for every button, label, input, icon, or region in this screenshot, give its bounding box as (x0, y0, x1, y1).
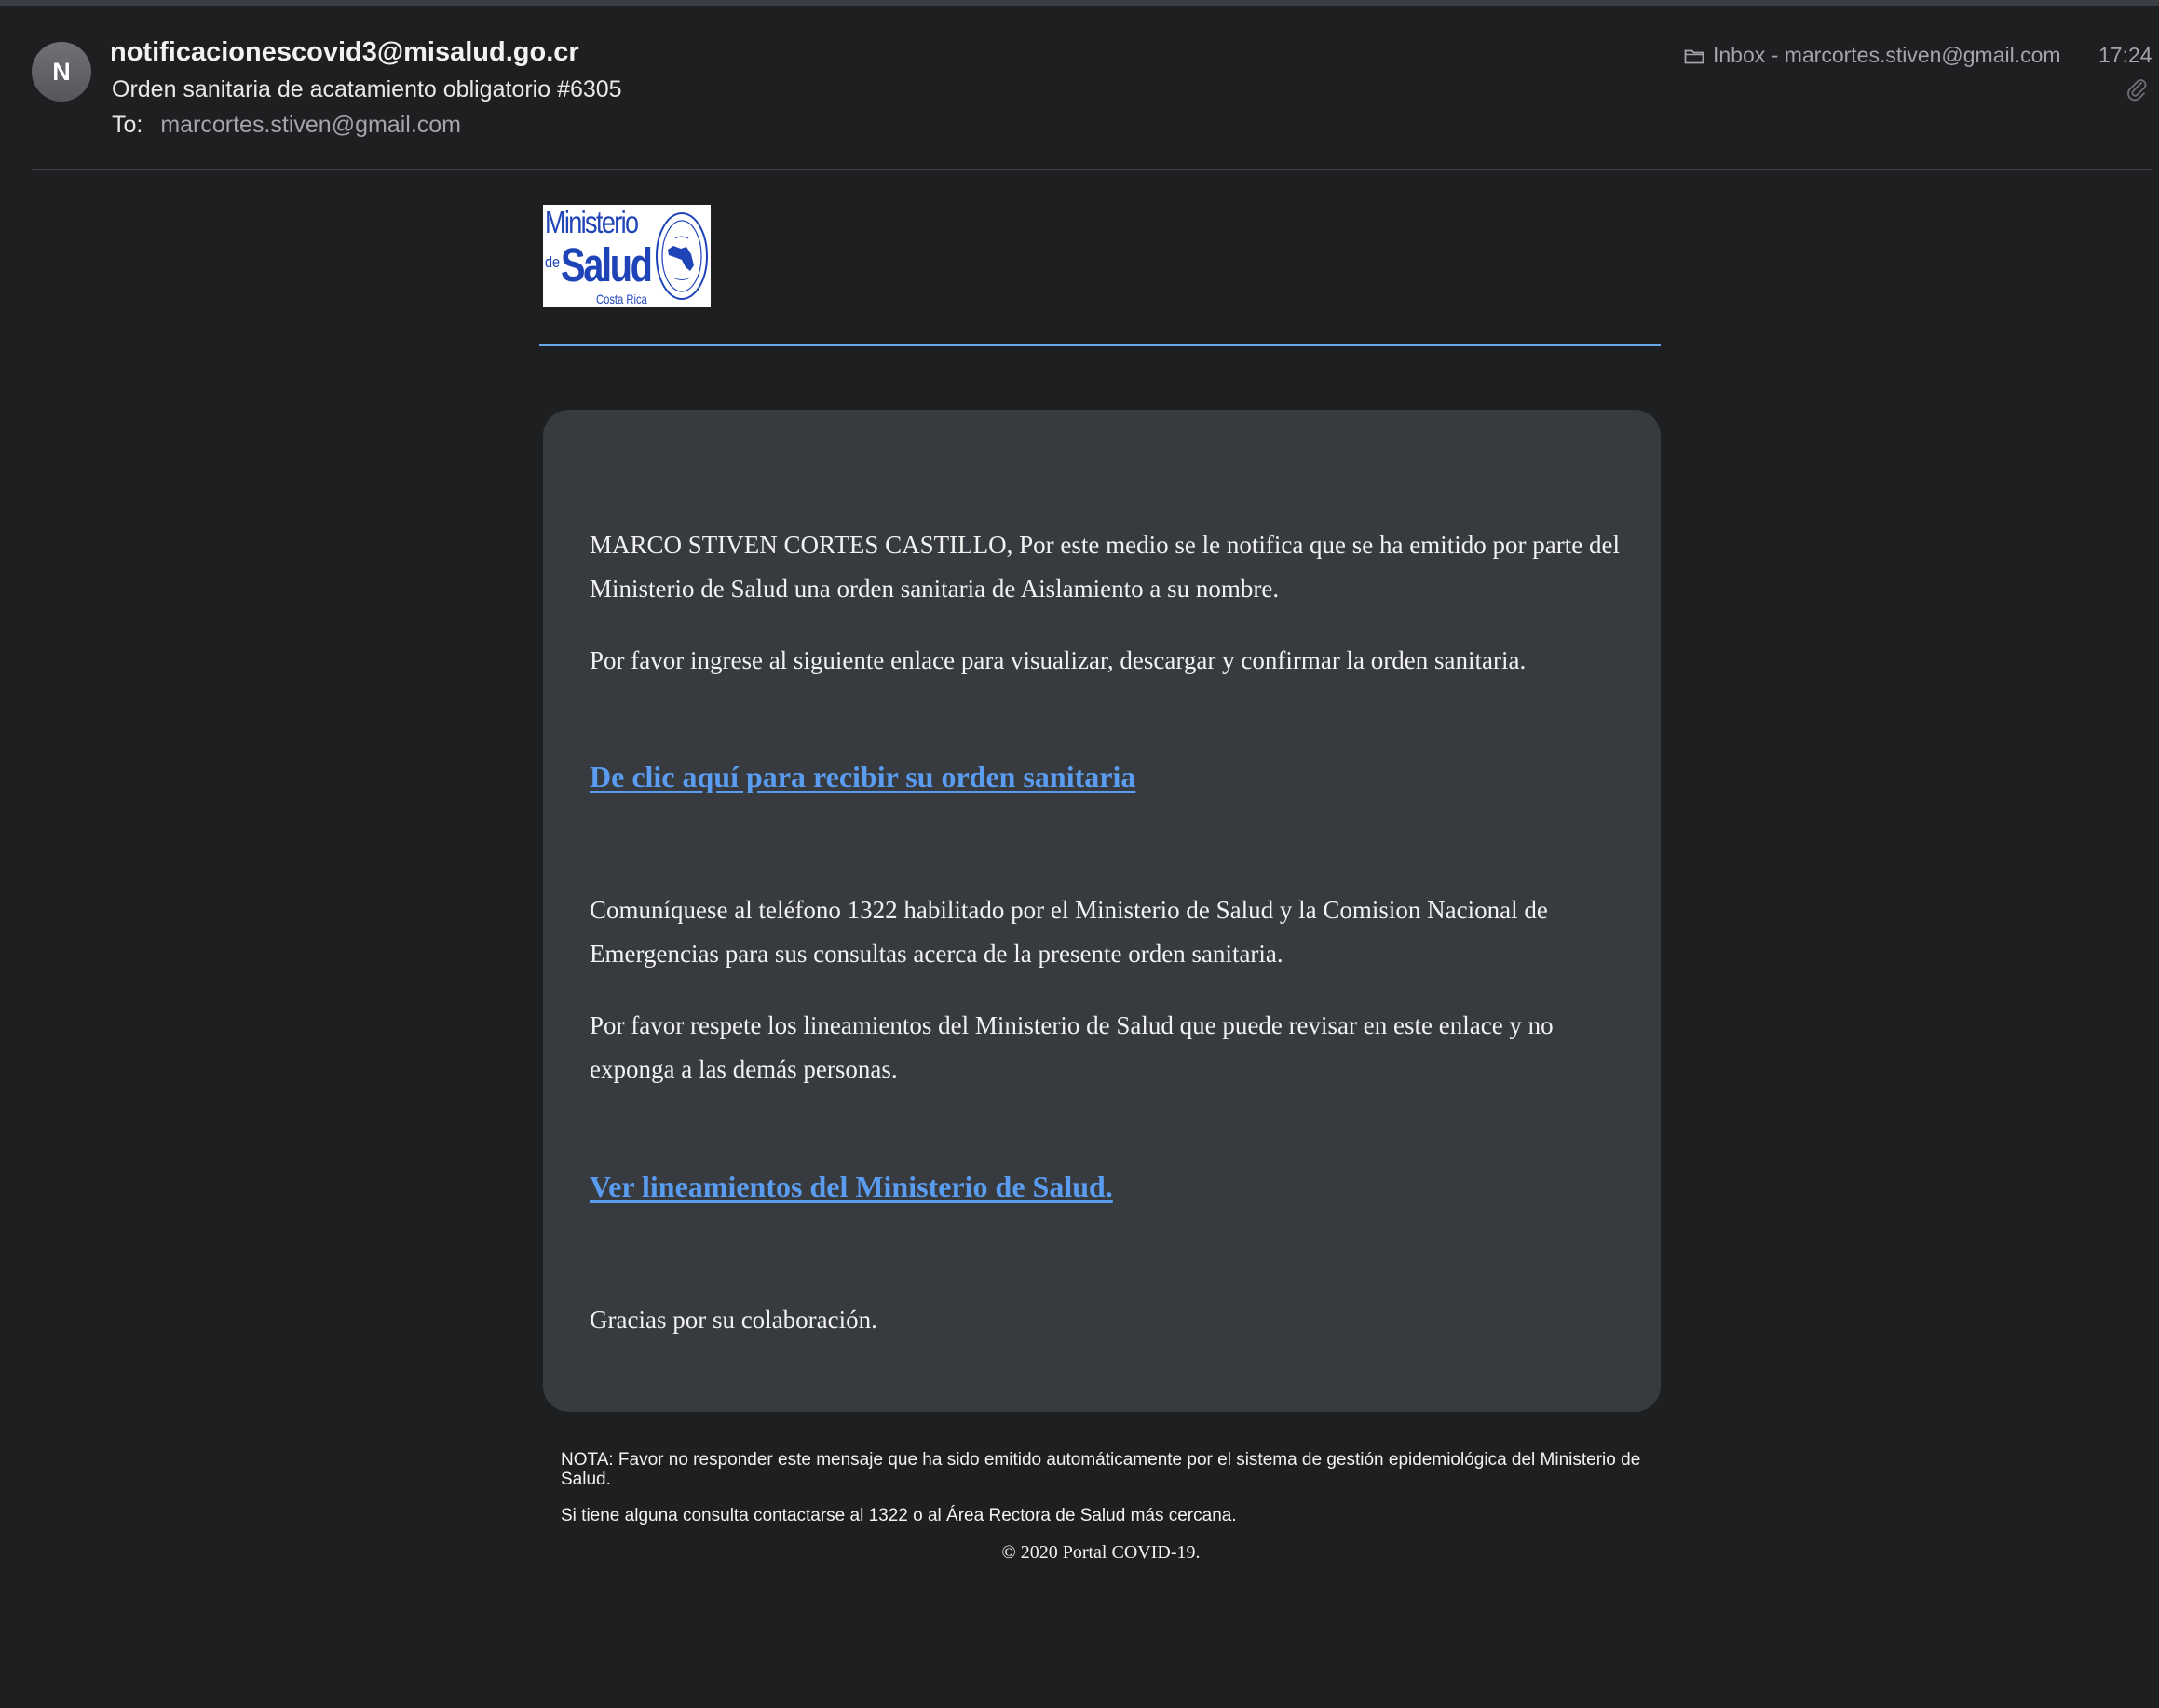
closing-text: Gracias por su colaboración. (590, 1306, 877, 1334)
mailbox-label: Inbox - marcortes.stiven@gmail.com (1713, 43, 2061, 67)
ministerio-salud-logo: Ministerio de Salud Costa Rica (543, 205, 711, 307)
received-time: 17:24 (2098, 43, 2152, 67)
receive-order-link[interactable]: De clic aquí para recibir su orden sanit… (590, 760, 1135, 794)
notice-paragraph: MARCO STIVEN CORTES CASTILLO, Por este m… (590, 531, 1620, 603)
recipient-address[interactable]: marcortes.stiven@gmail.com (160, 112, 461, 138)
recipient-row: To: marcortes.stiven@gmail.com (112, 112, 461, 139)
copyright: © 2020 Portal COVID-19. (1001, 1542, 1201, 1563)
instruction-paragraph: Por favor ingrese al siguiente enlace pa… (590, 646, 1527, 674)
phone-paragraph: Comuníquese al teléfono 1322 habilitado … (590, 896, 1548, 968)
folder-icon (1684, 49, 1704, 63)
window-top-bar (0, 0, 2159, 6)
seal-icon (656, 212, 708, 300)
email-subject: Orden sanitaria de acatamiento obligator… (112, 76, 622, 102)
paperclip-icon[interactable] (2126, 77, 2149, 102)
footer-contact: Si tiene alguna consulta contactarse al … (561, 1506, 1237, 1525)
guidelines-link[interactable]: Ver lineamientos del Ministerio de Salud… (590, 1170, 1113, 1204)
sender-address[interactable]: notificacionescovid3@misalud.go.cr (110, 37, 579, 68)
mailbox-location[interactable]: Inbox - marcortes.stiven@gmail.com (1684, 43, 2061, 68)
footer-note: NOTA: Favor no responder este mensaje qu… (561, 1450, 1641, 1489)
sender-avatar: N (32, 42, 91, 102)
to-label: To: (112, 112, 143, 138)
header-rule (539, 344, 1661, 346)
header-divider (32, 169, 2152, 170)
message-card: MARCO STIVEN CORTES CASTILLO, Por este m… (543, 410, 1661, 1412)
guidelines-paragraph: Por favor respete los lineamientos del M… (590, 1011, 1554, 1083)
